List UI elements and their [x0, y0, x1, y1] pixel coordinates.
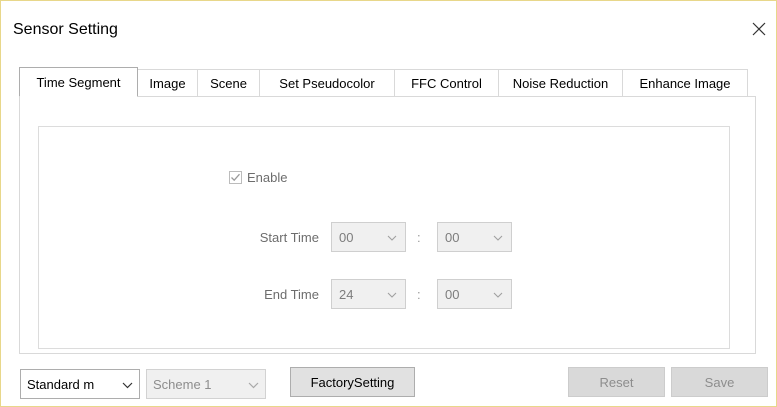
chevron-down-icon	[248, 382, 259, 389]
enable-label: Enable	[247, 170, 288, 185]
checkmark-icon	[231, 173, 240, 182]
reset-button[interactable]: Reset	[568, 367, 665, 397]
tab-label: Time Segment	[36, 74, 121, 90]
mode-value: Standard m	[27, 376, 95, 392]
start-hour-select[interactable]: 00	[331, 222, 406, 252]
tab-set-pseudocolor[interactable]: Set Pseudocolor	[260, 69, 395, 96]
tab-noise-reduction[interactable]: Noise Reduction	[499, 69, 623, 96]
tab-label: Noise Reduction	[512, 75, 609, 91]
save-button[interactable]: Save	[671, 367, 768, 397]
start-hour-value: 00	[339, 229, 354, 245]
end-time-label: End Time	[264, 287, 319, 302]
factory-setting-button[interactable]: FactorySetting	[290, 367, 415, 397]
tab-label: Set Pseudocolor	[279, 75, 375, 91]
scheme-value: Scheme 1	[153, 376, 212, 392]
tab-image[interactable]: Image	[138, 69, 198, 96]
sensor-setting-dialog: Sensor Setting Time Segment Image Scene …	[0, 0, 777, 407]
end-hour-select[interactable]: 24	[331, 279, 406, 309]
enable-checkbox-row[interactable]: Enable	[229, 170, 287, 185]
time-segment-group: Enable Start Time 00 : 00 End Time 24: …	[38, 126, 730, 349]
time-segment-panel: Enable Start Time 00 : 00 End Time 24: …	[19, 96, 756, 354]
tab-enhance-image[interactable]: Enhance Image	[623, 69, 748, 96]
tab-scene[interactable]: Scene	[198, 69, 260, 96]
start-minute-select[interactable]: 00	[437, 222, 512, 252]
enable-checkbox[interactable]	[229, 171, 242, 184]
tab-label: FFC Control	[411, 75, 482, 91]
tab-label: Scene	[210, 75, 247, 91]
chevron-down-icon	[493, 292, 503, 298]
tab-label: Enhance Image	[639, 75, 731, 91]
close-button[interactable]	[745, 15, 773, 43]
tab-time-segment[interactable]: Time Segment	[19, 67, 138, 97]
close-icon	[752, 22, 766, 36]
chevron-down-icon	[493, 235, 503, 241]
start-minute-value: 00	[445, 229, 460, 245]
tab-bar: Time Segment Image Scene Set Pseudocolor…	[19, 67, 748, 97]
end-time-separator: :	[417, 287, 421, 302]
scheme-select[interactable]: Scheme 1	[146, 369, 266, 399]
chevron-down-icon	[122, 382, 133, 389]
title-bar: Sensor Setting	[1, 1, 776, 57]
tab-label: Image	[149, 75, 186, 91]
dialog-title: Sensor Setting	[13, 21, 118, 38]
tab-ffc-control[interactable]: FFC Control	[395, 69, 499, 96]
start-time-label: Start Time	[259, 230, 319, 245]
chevron-down-icon	[387, 292, 397, 298]
chevron-down-icon	[387, 235, 397, 241]
end-minute-value: 00	[445, 286, 460, 302]
start-time-separator: :	[417, 230, 421, 245]
end-minute-select[interactable]: 00	[437, 279, 512, 309]
mode-select[interactable]: Standard m	[20, 369, 140, 399]
end-hour-value: 24	[339, 286, 354, 302]
